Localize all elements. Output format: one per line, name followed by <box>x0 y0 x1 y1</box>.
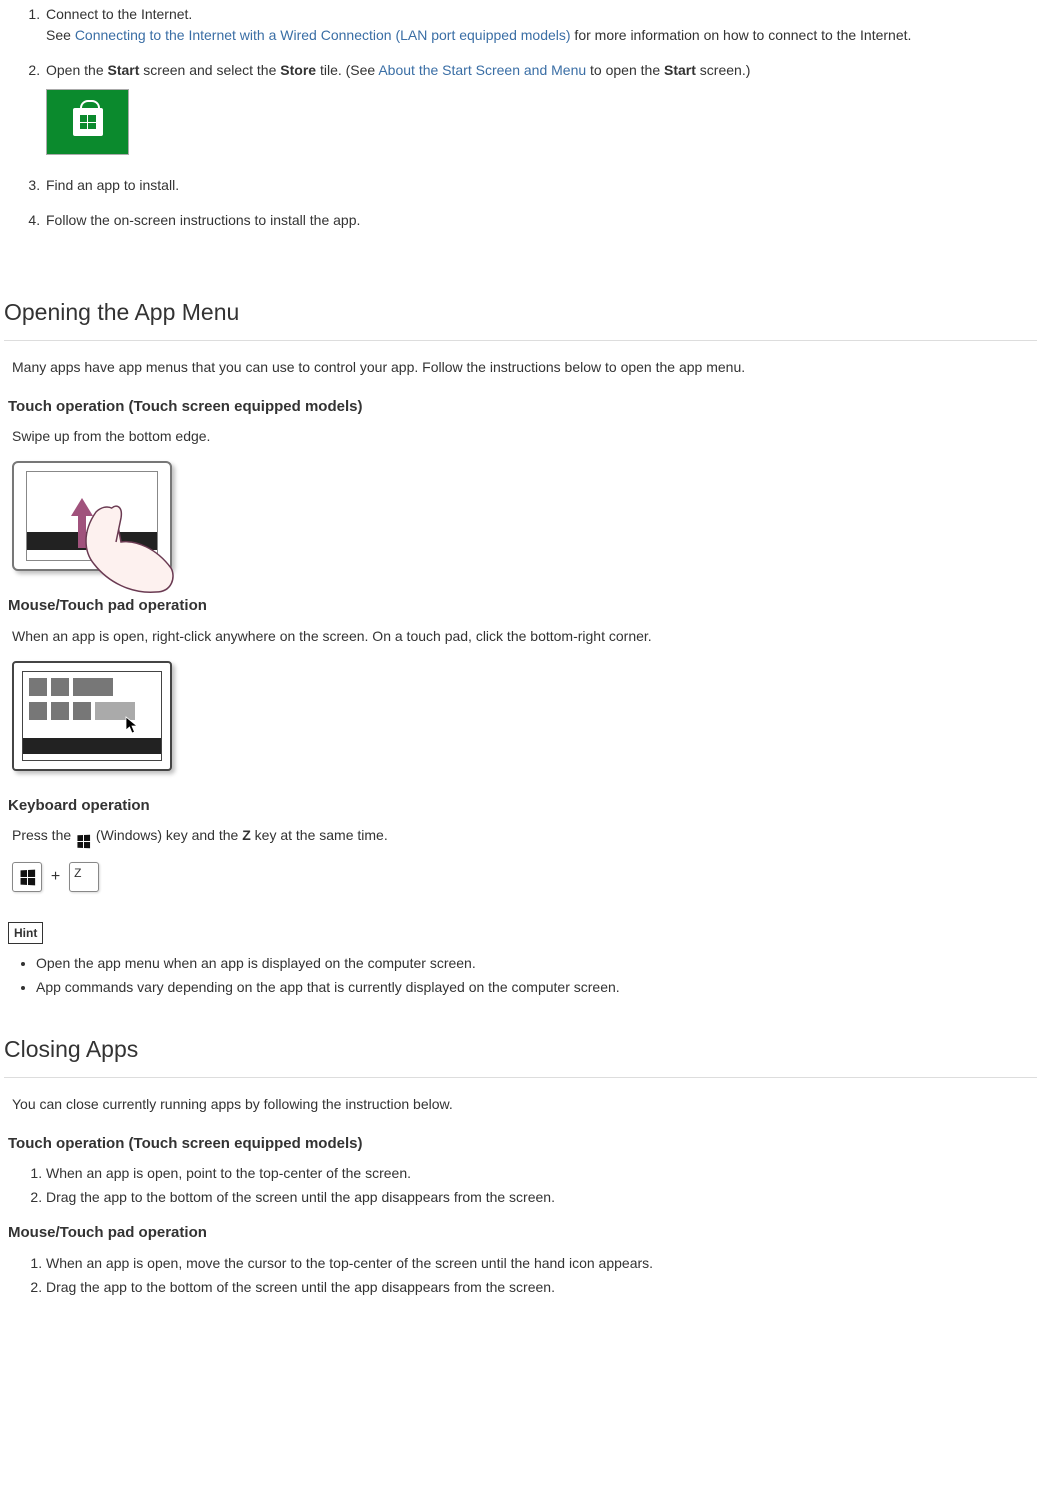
z-key-icon: Z <box>69 862 99 892</box>
mouse-head: Mouse/Touch pad operation <box>8 595 1037 618</box>
plus-text: + <box>51 868 60 885</box>
cm-step-2: Drag the app to the bottom of the screen… <box>46 1277 1037 1298</box>
install-steps: Connect to the Internet. See Connecting … <box>6 4 1037 245</box>
kb-head: Keyboard operation <box>8 795 1037 818</box>
link-connecting-internet[interactable]: Connecting to the Internet with a Wired … <box>75 27 571 43</box>
close-mouse-steps: When an app is open, move the cursor to … <box>20 1253 1037 1298</box>
step1-after: for more information on how to connect t… <box>571 27 912 43</box>
s2-pre: Open the <box>46 62 108 78</box>
kb-z: Z <box>242 827 251 843</box>
windows-key-icon <box>12 862 42 892</box>
hint-label: Hint <box>8 922 43 944</box>
s2-store: Store <box>280 62 316 78</box>
step-4: Follow the on-screen instructions to ins… <box>44 210 1037 245</box>
hint-1: Open the app menu when an app is display… <box>36 953 1037 974</box>
cursor-icon <box>125 716 141 734</box>
hint-2: App commands vary depending on the app t… <box>36 977 1037 998</box>
close-touch-steps: When an app is open, point to the top-ce… <box>20 1163 1037 1208</box>
ct-step-2: Drag the app to the bottom of the screen… <box>46 1187 1037 1208</box>
step1-title: Connect to the Internet. <box>46 6 192 22</box>
heading-open-app-menu: Opening the App Menu <box>4 295 1037 341</box>
figure-right-click <box>12 661 1037 771</box>
kb-after: key at the same time. <box>251 827 388 843</box>
windows-logo-icon <box>77 835 90 849</box>
key-combo: + Z <box>12 862 1037 892</box>
step-1: Connect to the Internet. See Connecting … <box>44 4 1037 60</box>
touch-text: Swipe up from the bottom edge. <box>12 426 1037 447</box>
cm-step-1: When an app is open, move the cursor to … <box>46 1253 1037 1274</box>
kb-pre: Press the <box>12 827 75 843</box>
step1-see: See <box>46 27 75 43</box>
close-intro: You can close currently running apps by … <box>12 1094 1037 1115</box>
s2-m2: tile. (See <box>316 62 378 78</box>
s2-after: screen.) <box>696 62 750 78</box>
tablet-icon <box>12 461 172 571</box>
close-touch-head: Touch operation (Touch screen equipped m… <box>8 1133 1037 1156</box>
link-about-start[interactable]: About the Start Screen and Menu <box>378 62 586 78</box>
s2-m3: to open the <box>586 62 664 78</box>
kb-win: (Windows) key and the <box>92 827 242 843</box>
step-3: Find an app to install. <box>44 175 1037 210</box>
hint-list: Open the app menu when an app is display… <box>14 953 1037 998</box>
s2-start: Start <box>108 62 140 78</box>
touch-head: Touch operation (Touch screen equipped m… <box>8 396 1037 419</box>
close-mouse-head: Mouse/Touch pad operation <box>8 1222 1037 1245</box>
mouse-text: When an app is open, right-click anywher… <box>12 626 1037 647</box>
s2-m1: screen and select the <box>139 62 280 78</box>
figure-swipe-up <box>12 461 1037 571</box>
s2-start2: Start <box>664 62 696 78</box>
step-2: Open the Start screen and select the Sto… <box>44 60 1037 175</box>
heading-closing-apps: Closing Apps <box>4 1032 1037 1078</box>
open-intro: Many apps have app menus that you can us… <box>12 357 1037 378</box>
store-tile-icon <box>46 89 129 155</box>
laptop-icon <box>12 661 172 771</box>
shopping-bag-icon <box>73 108 103 136</box>
ct-step-1: When an app is open, point to the top-ce… <box>46 1163 1037 1184</box>
hand-icon <box>76 502 186 597</box>
kb-text: Press the (Windows) key and the Z key at… <box>12 825 1037 848</box>
